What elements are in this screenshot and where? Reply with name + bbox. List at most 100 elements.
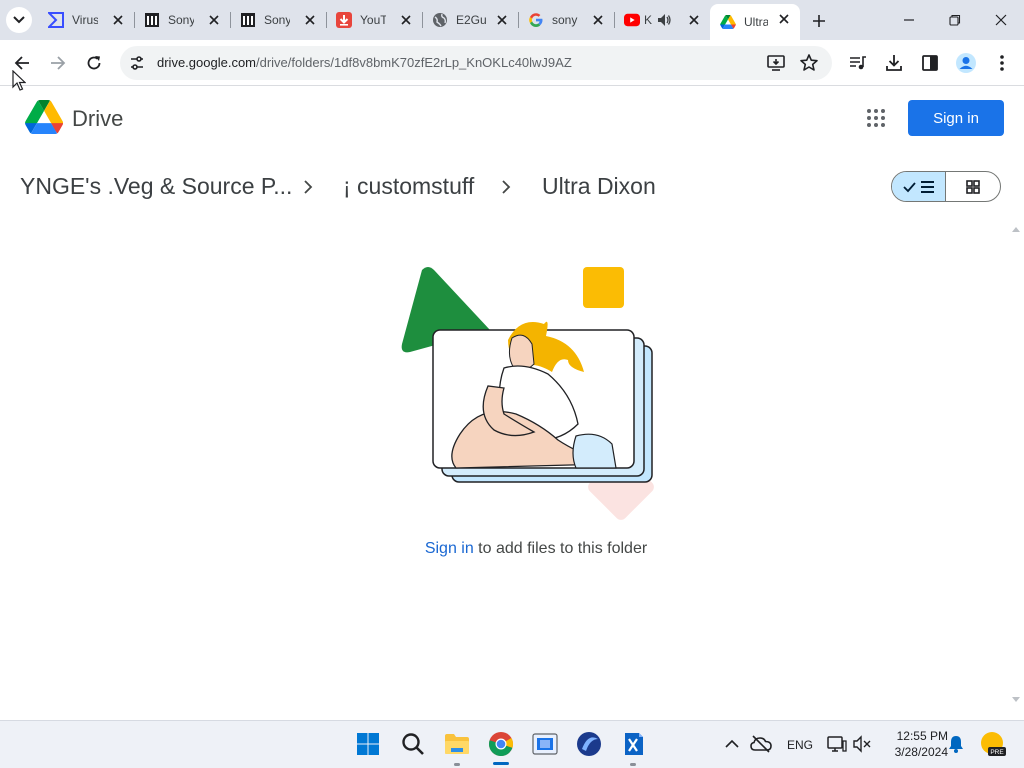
install-app-icon[interactable] <box>766 53 786 78</box>
empty-state-message: Sign in to add files to this folder <box>0 540 1024 558</box>
more-vert-icon <box>1000 55 1004 71</box>
search-icon[interactable] <box>397 728 429 760</box>
forward-button[interactable] <box>44 49 72 77</box>
drive-logo-icon[interactable] <box>25 100 64 134</box>
breadcrumb-item-customstuff[interactable]: ¡ customstuff <box>343 173 474 200</box>
speaker-icon[interactable] <box>656 12 672 31</box>
queue-music-icon <box>850 56 866 70</box>
mouse-cursor-icon <box>12 69 27 92</box>
pre-badge-text: PRE <box>990 749 1004 756</box>
close-icon[interactable] <box>590 12 606 28</box>
close-icon[interactable] <box>776 11 792 27</box>
profile-avatar-icon <box>956 53 976 73</box>
file-explorer-icon[interactable] <box>441 728 473 760</box>
tab-title: sony <box>552 13 578 27</box>
download-icon <box>886 55 902 71</box>
media-player-icon[interactable] <box>573 728 605 760</box>
tab-search-button[interactable] <box>6 7 32 33</box>
download-red-icon <box>336 12 352 28</box>
volume-muted-icon[interactable] <box>846 728 878 760</box>
list-view-button[interactable] <box>892 172 947 201</box>
close-icon[interactable] <box>686 12 702 28</box>
close-icon[interactable] <box>302 12 318 28</box>
close-icon[interactable] <box>398 12 414 28</box>
tab-youtube-audio[interactable]: K <box>614 5 710 35</box>
restore-button[interactable] <box>932 0 978 40</box>
scroll-up-arrow-icon[interactable] <box>1012 219 1020 232</box>
close-icon <box>995 14 1007 26</box>
side-panel-button[interactable] <box>916 49 944 77</box>
chevron-right-icon <box>499 178 513 196</box>
sign-in-link[interactable]: Sign in <box>425 540 474 557</box>
museum-icon <box>144 12 160 28</box>
sign-in-button[interactable]: Sign in <box>908 100 1004 136</box>
tab-sony-1[interactable]: Sony <box>134 5 230 35</box>
new-tab-button[interactable] <box>806 8 832 34</box>
breadcrumb-item-root[interactable]: YNGE's .Veg & Source P... <box>20 173 292 200</box>
browser-menu-button[interactable] <box>988 49 1016 77</box>
tab-title: K <box>644 13 652 27</box>
tab-title: E2Guardian <box>456 13 486 27</box>
arrow-right-icon <box>51 56 66 70</box>
close-icon[interactable] <box>206 12 222 28</box>
tab-title: Sony <box>168 13 194 27</box>
museum-icon <box>240 12 256 28</box>
breadcrumb-item-current[interactable]: Ultra Dixon <box>542 173 656 200</box>
tab-e2guardian[interactable]: E2Guardian <box>422 5 518 35</box>
app-window-icon[interactable] <box>529 728 561 760</box>
view-toggle <box>891 171 1001 202</box>
grid-view-button[interactable] <box>946 172 1000 201</box>
chrome-icon[interactable] <box>485 728 517 760</box>
tab-strip: VirusTotal Sony Sony YouTube E2Guardian <box>0 0 1024 40</box>
arrow-left-icon <box>14 56 29 70</box>
close-icon[interactable] <box>110 12 126 28</box>
globe-icon <box>432 12 448 28</box>
scroll-down-arrow-icon[interactable] <box>1012 690 1020 702</box>
google-apps-button[interactable] <box>862 104 890 132</box>
address-bar[interactable]: drive.google.com/drive/folders/1df8v8bmK… <box>120 46 832 80</box>
windows-start-icon[interactable] <box>352 728 384 760</box>
show-hidden-icons-chevron-icon[interactable] <box>716 728 748 760</box>
tab-virustotal[interactable]: VirusTotal <box>38 5 134 35</box>
tab-title: Ultra Dixon <box>744 15 768 29</box>
close-icon[interactable] <box>494 12 510 28</box>
url-text: drive.google.com/drive/folders/1df8v8bmK… <box>157 55 572 70</box>
drive-icon <box>720 14 736 30</box>
empty-folder-illustration <box>400 264 672 526</box>
side-panel-icon <box>922 55 938 71</box>
tab-title: Sony <box>264 13 290 27</box>
reload-icon <box>87 56 101 70</box>
media-controls-button[interactable] <box>844 49 872 77</box>
active-app-indicator <box>493 762 509 765</box>
capcut-icon[interactable] <box>617 728 649 760</box>
grid-icon <box>966 179 980 194</box>
minimize-button[interactable] <box>886 0 932 40</box>
insider-pre-badge-icon[interactable]: PRE <box>976 728 1008 760</box>
close-window-button[interactable] <box>978 0 1024 40</box>
chevron-right-icon <box>301 178 315 196</box>
empty-state-text: to add files to this folder <box>473 540 648 557</box>
clock-date: 3/28/2024 <box>894 745 948 759</box>
restore-icon <box>949 14 961 26</box>
tab-title: YouTube <box>360 13 386 27</box>
site-info-icon[interactable] <box>128 54 146 72</box>
google-icon <box>528 12 544 28</box>
browser-toolbar: drive.google.com/drive/folders/1df8v8bmK… <box>0 40 1024 86</box>
youtube-icon <box>624 12 640 28</box>
system-clock[interactable]: 12:55 PM 3/28/2024 <box>878 728 948 760</box>
running-indicator <box>630 763 636 766</box>
bookmark-star-icon[interactable] <box>799 53 819 78</box>
tab-google-search[interactable]: sony <box>518 5 614 35</box>
notification-bell-icon[interactable] <box>940 728 972 760</box>
onedrive-offline-icon[interactable] <box>745 728 777 760</box>
reload-button[interactable] <box>80 49 108 77</box>
downloads-button[interactable] <box>880 49 908 77</box>
tab-ultra-dixon[interactable]: Ultra Dixon <box>710 4 800 40</box>
virustotal-icon <box>48 12 64 28</box>
tab-youtube-download[interactable]: YouTube <box>326 5 422 35</box>
language-indicator[interactable]: ENG <box>787 738 813 752</box>
tab-sony-2[interactable]: Sony <box>230 5 326 35</box>
product-name[interactable]: Drive <box>72 106 123 132</box>
profile-button[interactable] <box>952 49 980 77</box>
drive-header: Drive Sign in <box>0 87 1024 151</box>
